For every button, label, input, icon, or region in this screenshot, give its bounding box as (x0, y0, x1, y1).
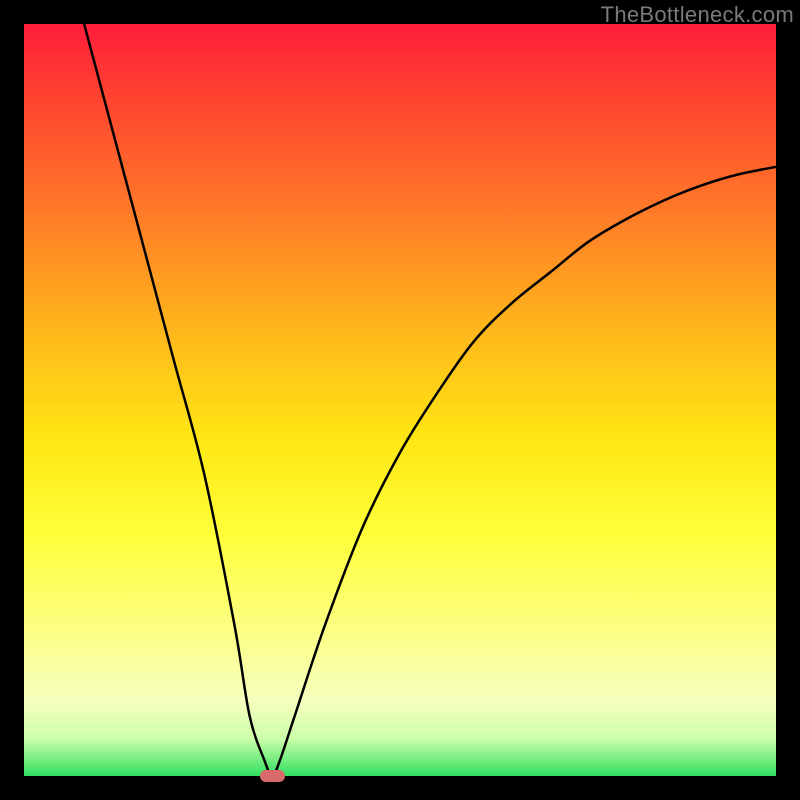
watermark-text: TheBottleneck.com (601, 2, 794, 28)
bottleneck-curve (24, 24, 776, 776)
bottleneck-minimum-marker (260, 770, 285, 782)
